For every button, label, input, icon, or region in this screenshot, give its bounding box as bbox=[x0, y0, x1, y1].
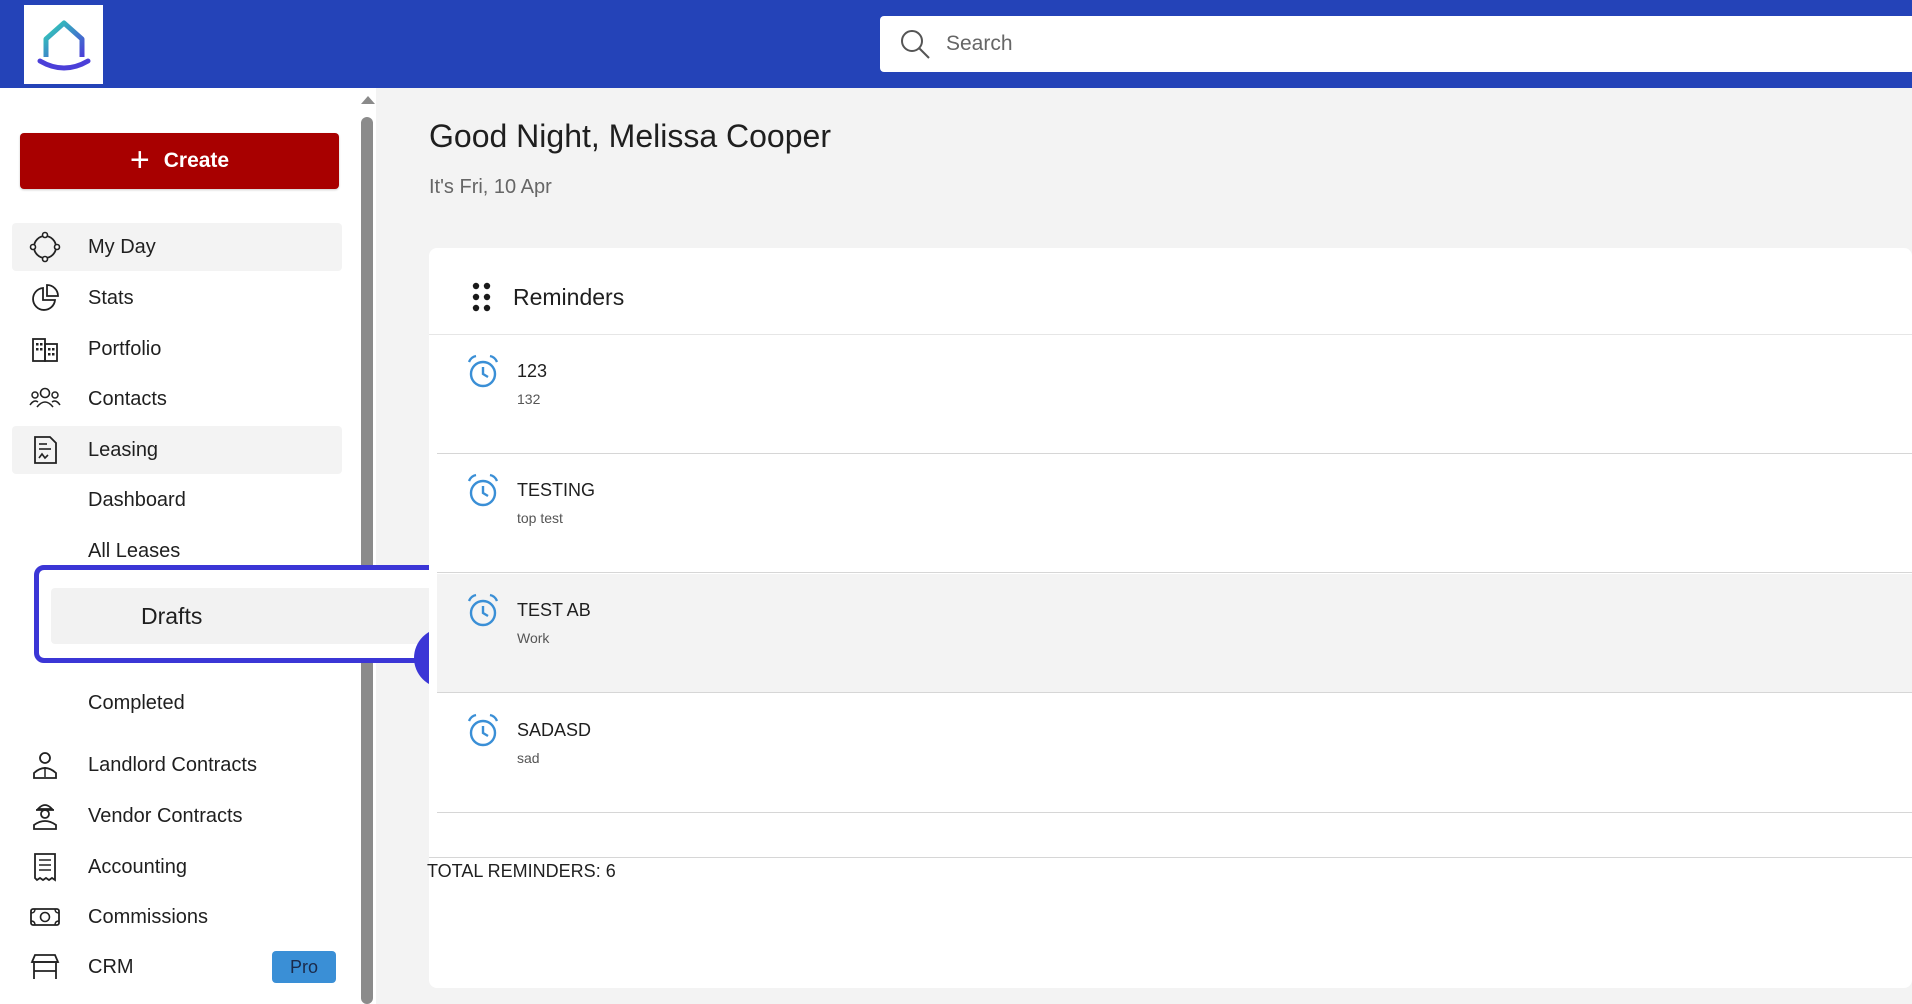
alarm-clock-icon bbox=[467, 354, 499, 388]
plus-icon: + bbox=[129, 140, 150, 179]
search-bar[interactable] bbox=[880, 16, 1912, 72]
top-bar bbox=[0, 0, 1912, 88]
money-icon bbox=[28, 900, 62, 934]
total-reminders: TOTAL REMINDERS: 6 bbox=[427, 861, 616, 881]
drafts-label: Drafts bbox=[141, 602, 203, 629]
house-logo-icon bbox=[37, 20, 90, 70]
reminder-title: TEST AB bbox=[517, 600, 591, 620]
reminders-card: Reminders 123 132 TESTING top test TEST … bbox=[429, 248, 1912, 988]
reminder-title: 123 bbox=[517, 361, 548, 381]
reminder-subtitle: 132 bbox=[517, 391, 541, 407]
divider bbox=[429, 857, 1912, 858]
reminder-item[interactable]: TEST AB Work bbox=[437, 574, 1912, 693]
reminder-title: SADASD bbox=[517, 720, 592, 740]
my-day-icon bbox=[28, 230, 62, 264]
sidebar-item-vendor-contracts[interactable]: Vendor Contracts bbox=[12, 792, 342, 840]
date-text: It's Fri, 10 Apr bbox=[429, 176, 552, 198]
reminder-title: TESTING bbox=[517, 480, 596, 500]
sidebar-item-commissions[interactable]: Commissions bbox=[12, 893, 342, 941]
alarm-clock-icon bbox=[467, 593, 499, 627]
sidebar-item-accounting[interactable]: Accounting bbox=[12, 843, 342, 891]
sidebar-item-landlord-contracts[interactable]: Landlord Contracts bbox=[12, 741, 342, 789]
sidebar-item-contacts[interactable]: Contacts bbox=[12, 375, 342, 423]
search-input[interactable] bbox=[944, 31, 1648, 57]
drafts-highlight-callout: Drafts bbox=[34, 565, 452, 663]
sidebar-subitem-all-leases[interactable]: All Leases bbox=[88, 540, 180, 563]
sidebar-item-leasing[interactable]: Leasing bbox=[12, 426, 342, 474]
reminders-header: Reminders bbox=[429, 248, 1912, 335]
create-label: Create bbox=[163, 149, 230, 172]
sidebar-subitem-drafts[interactable]: Drafts bbox=[51, 588, 435, 644]
reminder-item[interactable]: TESTING top test bbox=[437, 454, 1912, 573]
sidebar-item-stats[interactable]: Stats bbox=[12, 274, 342, 322]
scroll-up-arrow-icon[interactable] bbox=[361, 96, 375, 104]
landlord-icon bbox=[28, 748, 62, 782]
drag-handle-icon[interactable] bbox=[471, 282, 493, 314]
create-button[interactable]: + Create bbox=[20, 133, 339, 189]
sidebar-item-label: Accounting bbox=[88, 855, 187, 878]
pro-badge: Pro bbox=[272, 951, 336, 983]
people-icon bbox=[28, 382, 62, 416]
vendor-icon bbox=[28, 799, 62, 833]
sidebar-subitem-dashboard[interactable]: Dashboard bbox=[88, 489, 186, 512]
sidebar-item-label: Commissions bbox=[88, 905, 209, 928]
alarm-clock-icon bbox=[467, 713, 499, 747]
app-logo[interactable] bbox=[24, 5, 103, 84]
reminder-item[interactable]: SADASD sad bbox=[437, 694, 1912, 813]
sidebar-item-label: Stats bbox=[88, 286, 134, 309]
reminder-subtitle: sad bbox=[517, 750, 540, 766]
sidebar-item-label: Landlord Contracts bbox=[88, 753, 257, 776]
page-title: Good Night, Melissa Cooper bbox=[429, 118, 831, 154]
sidebar-item-portfolio[interactable]: Portfolio bbox=[12, 325, 342, 373]
scroll-thumb[interactable] bbox=[361, 117, 373, 1004]
receipt-icon bbox=[28, 850, 62, 884]
sidebar-item-label: Leasing bbox=[88, 438, 159, 461]
reminder-subtitle: Work bbox=[517, 630, 550, 646]
store-icon bbox=[28, 950, 62, 984]
reminders-title: Reminders bbox=[513, 284, 625, 310]
alarm-clock-icon bbox=[467, 473, 499, 507]
sidebar-item-label: My Day bbox=[88, 235, 156, 258]
sidebar-item-label: CRM bbox=[88, 955, 134, 978]
lease-document-icon bbox=[28, 433, 62, 467]
sidebar-item-label: Contacts bbox=[88, 387, 167, 410]
reminder-item[interactable]: 123 132 bbox=[437, 335, 1912, 454]
pie-chart-icon bbox=[28, 281, 62, 315]
sidebar-item-label: Vendor Contracts bbox=[88, 804, 243, 827]
buildings-icon bbox=[28, 332, 62, 366]
reminder-subtitle: top test bbox=[517, 510, 563, 526]
sidebar-item-my-day[interactable]: My Day bbox=[12, 223, 342, 271]
sidebar-item-label: Portfolio bbox=[88, 337, 162, 360]
sidebar-subitem-completed[interactable]: Completed bbox=[88, 692, 185, 715]
search-icon bbox=[901, 30, 930, 59]
